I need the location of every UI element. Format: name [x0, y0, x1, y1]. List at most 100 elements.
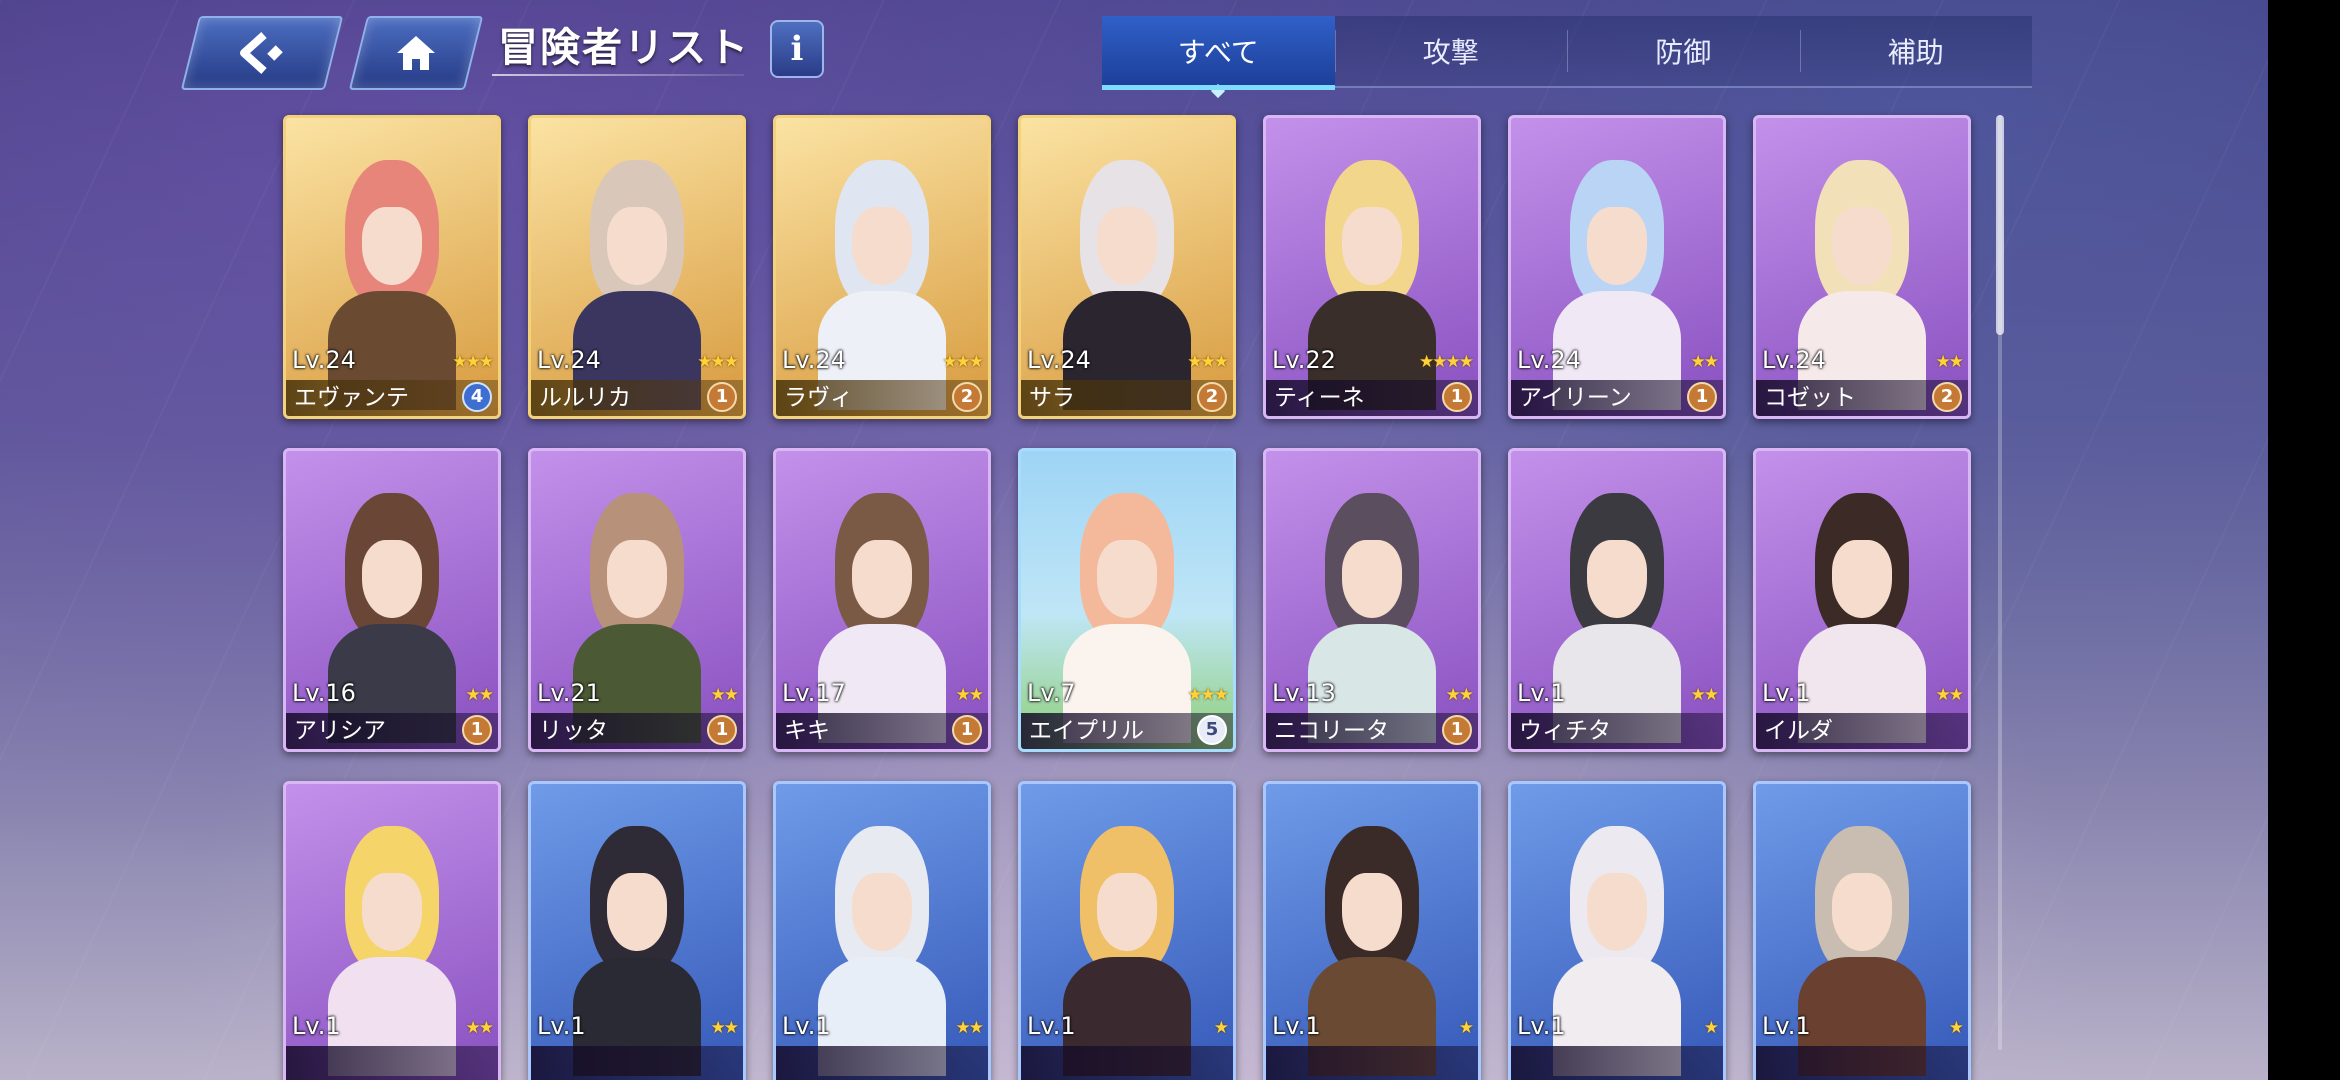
- level-label: Lv.24: [1027, 346, 1091, 374]
- rarity-stars-icon: ★★★: [942, 352, 984, 372]
- character-name: コゼット: [1764, 385, 1856, 411]
- rarity-stars-icon: ★★: [465, 1018, 495, 1038]
- rarity-stars-icon: ★★: [1935, 685, 1965, 705]
- level-label: Lv.24: [292, 346, 356, 374]
- rarity-stars-icon: ★: [1458, 1018, 1474, 1038]
- adventurer-card[interactable]: Lv.24 ★★ コゼット 2: [1753, 115, 1971, 419]
- adventurer-card[interactable]: Lv.24 ★★★ ラヴィ 2: [773, 115, 991, 419]
- character-name: サラ: [1029, 385, 1075, 411]
- level-label: Lv.1: [1762, 1012, 1811, 1040]
- character-name: エヴァンテ: [294, 385, 409, 411]
- adventurer-card[interactable]: Lv.16 ★★ アリシア 1: [283, 448, 501, 752]
- character-name: ティーネ: [1274, 385, 1365, 411]
- back-arrow-icon: [192, 18, 332, 88]
- portrait-face: [1832, 540, 1892, 618]
- adventurer-card[interactable]: Lv.17 ★★ キキ 1: [773, 448, 991, 752]
- limit-break-badge: 2: [1932, 382, 1962, 412]
- screen-edge: [2268, 0, 2340, 1080]
- adventurer-card[interactable]: Lv.1 ★★ ウィチタ: [1508, 448, 1726, 752]
- tab-all[interactable]: すべて: [1102, 16, 1335, 99]
- name-bar: [286, 1046, 498, 1080]
- scrollbar-thumb[interactable]: [1996, 115, 2004, 335]
- rarity-stars-icon: ★: [1213, 1018, 1229, 1038]
- title-underline: [492, 74, 744, 76]
- portrait-face: [1587, 540, 1647, 618]
- character-name: リッタ: [539, 718, 608, 744]
- character-name: キキ: [784, 718, 830, 744]
- rarity-stars-icon: ★★★: [1187, 685, 1229, 705]
- rarity-stars-icon: ★★★★: [1419, 352, 1474, 372]
- character-name: ウィチタ: [1519, 718, 1611, 744]
- portrait-face: [1832, 207, 1892, 285]
- adventurer-card[interactable]: Lv.24 ★★★ ルルリカ 1: [528, 115, 746, 419]
- character-name: ラヴィ: [784, 385, 853, 411]
- page-title: 冒険者リスト: [498, 25, 750, 71]
- adventurer-card[interactable]: Lv.1 ★: [1263, 781, 1481, 1080]
- rarity-stars-icon: ★★★: [697, 352, 739, 372]
- portrait-face: [1587, 873, 1647, 951]
- portrait-face: [1097, 207, 1157, 285]
- info-button[interactable]: i: [770, 20, 824, 78]
- tab-label: 防御: [1655, 36, 1712, 69]
- adventurer-card[interactable]: Lv.13 ★★ ニコリータ 1: [1263, 448, 1481, 752]
- name-bar: [776, 1046, 988, 1080]
- rarity-stars-icon: ★★: [1690, 685, 1720, 705]
- rarity-stars-icon: ★★★: [1187, 352, 1229, 372]
- rarity-stars-icon: ★★: [1445, 685, 1475, 705]
- limit-break-badge: 1: [952, 715, 982, 745]
- tab-support[interactable]: 補助: [1799, 16, 2032, 86]
- active-indicator-icon: [1211, 83, 1226, 99]
- portrait-face: [1342, 207, 1402, 285]
- home-button[interactable]: [348, 16, 484, 90]
- adventurer-card[interactable]: Lv.1 ★: [1753, 781, 1971, 1080]
- level-label: Lv.24: [537, 346, 601, 374]
- portrait-face: [1097, 540, 1157, 618]
- adventurer-card[interactable]: Lv.24 ★★ アイリーン 1: [1508, 115, 1726, 419]
- character-name: アリシア: [294, 718, 386, 744]
- adventurer-card[interactable]: Lv.24 ★★★ エヴァンテ 4: [283, 115, 501, 419]
- level-label: Lv.1: [1027, 1012, 1076, 1040]
- adventurer-card[interactable]: Lv.24 ★★★ サラ 2: [1018, 115, 1236, 419]
- rarity-stars-icon: ★★: [955, 1018, 985, 1038]
- rarity-stars-icon: ★: [1703, 1018, 1719, 1038]
- portrait-face: [607, 873, 667, 951]
- adventurer-card[interactable]: Lv.1 ★: [1018, 781, 1236, 1080]
- portrait-face: [607, 540, 667, 618]
- tab-defense[interactable]: 防御: [1567, 16, 1800, 86]
- filter-tabs: すべて 攻撃 防御 補助: [1102, 16, 2032, 99]
- limit-break-badge: 1: [462, 715, 492, 745]
- portrait-face: [1097, 873, 1157, 951]
- name-bar: [1266, 1046, 1478, 1080]
- adventurer-card[interactable]: Lv.1 ★★: [773, 781, 991, 1080]
- level-label: Lv.1: [292, 1012, 341, 1040]
- portrait-face: [1587, 207, 1647, 285]
- adventurer-card[interactable]: Lv.7 ★★★ エイプリル 5: [1018, 448, 1236, 752]
- back-button[interactable]: [180, 16, 344, 90]
- level-label: Lv.24: [782, 346, 846, 374]
- level-label: Lv.13: [1272, 679, 1336, 707]
- adventurer-card[interactable]: Lv.1 ★★: [528, 781, 746, 1080]
- portrait-face: [362, 540, 422, 618]
- character-name: イルダ: [1764, 718, 1833, 744]
- name-bar: [1021, 1046, 1233, 1080]
- rarity-stars-icon: ★★: [955, 685, 985, 705]
- tab-attack[interactable]: 攻撃: [1334, 16, 1567, 86]
- portrait-face: [852, 873, 912, 951]
- adventurer-card[interactable]: Lv.1 ★★ イルダ: [1753, 448, 1971, 752]
- adventurer-card[interactable]: Lv.22 ★★★★ ティーネ 1: [1263, 115, 1481, 419]
- portrait-face: [1342, 873, 1402, 951]
- game-screen: 冒険者リスト i すべて 攻撃 防御 補助 Lv.24 ★★★ エヴァンテ 4 Lv.2…: [0, 0, 2268, 1080]
- tab-label: すべて: [1177, 36, 1259, 69]
- adventurer-card[interactable]: Lv.1 ★: [1508, 781, 1726, 1080]
- name-bar: [1756, 1046, 1968, 1080]
- rarity-stars-icon: ★: [1948, 1018, 1964, 1038]
- limit-break-badge: 1: [1687, 382, 1717, 412]
- limit-break-badge: 1: [1442, 382, 1472, 412]
- adventurer-card[interactable]: Lv.1 ★★: [283, 781, 501, 1080]
- portrait-face: [607, 207, 667, 285]
- limit-break-badge: 1: [707, 715, 737, 745]
- adventurer-card[interactable]: Lv.21 ★★ リッタ 1: [528, 448, 746, 752]
- home-icon: [360, 18, 472, 88]
- level-label: Lv.1: [1762, 679, 1811, 707]
- rarity-stars-icon: ★★: [710, 685, 740, 705]
